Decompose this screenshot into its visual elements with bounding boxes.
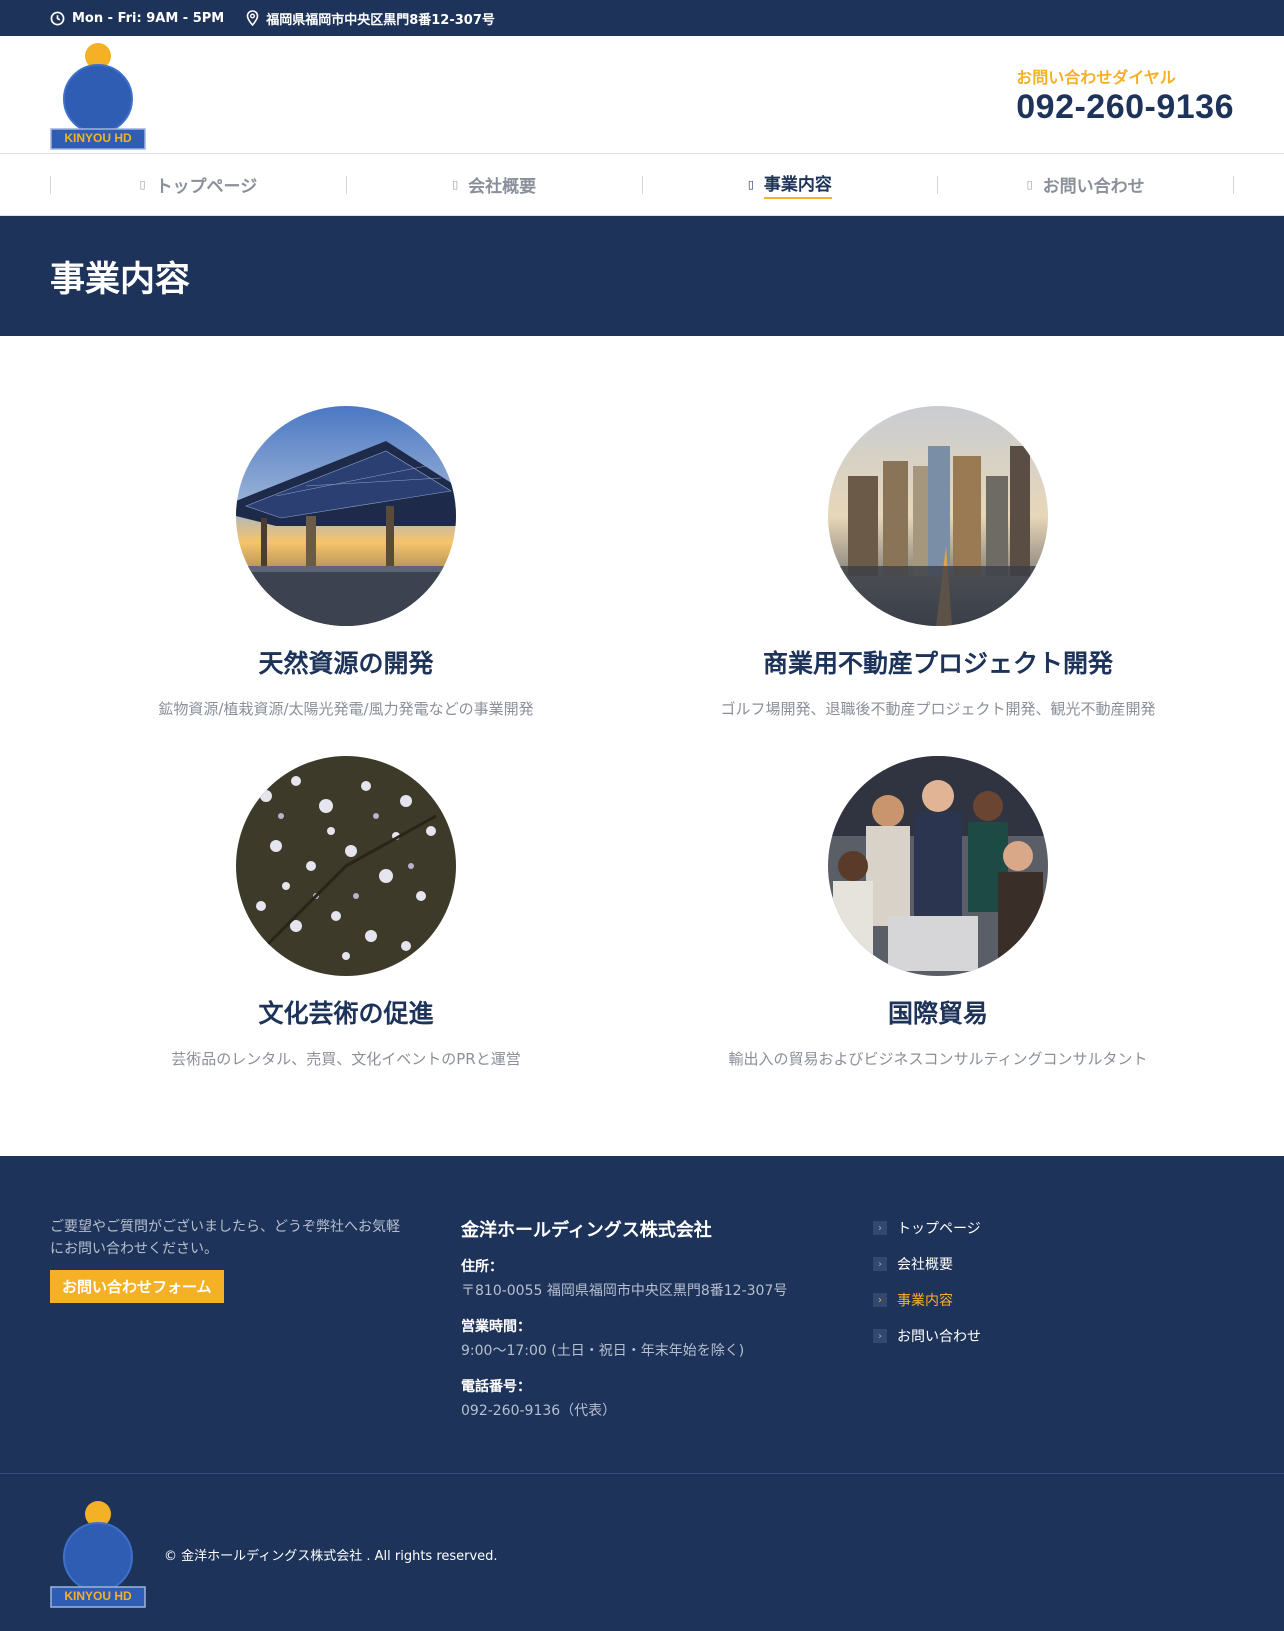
contact-dial: お問い合わせダイヤル 092-260-9136 (1016, 64, 1234, 126)
footer-company-column: 金洋ホールディングス株式会社 住所： 〒810-0055 福岡県福岡市中央区黒門… (461, 1216, 873, 1473)
business-hours-text: Mon - Fri: 9AM - 5PM (72, 10, 225, 26)
footer-link-company[interactable]: › 会社概要 (873, 1254, 981, 1274)
city-skyline-image (828, 406, 1048, 626)
chevron-right-icon: › (873, 1221, 887, 1235)
blossom-tree-image (236, 756, 456, 976)
hours-label: 営業時間： (461, 1319, 531, 1335)
service-card: 商業用不動産プロジェクト開発 ゴルフ場開発、退職後不動産プロジェクト開発、観光不… (642, 406, 1234, 756)
service-title: 文化芸術の促進 (258, 999, 434, 1028)
chevron-right-icon: › (873, 1329, 887, 1343)
service-card: 国際貿易 輸出入の貿易およびビジネスコンサルティングコンサルタント (642, 756, 1234, 1106)
service-card: 文化芸術の促進 芸術品のレンタル、売買、文化イベントのPRと運営 (50, 756, 642, 1106)
address-value: 〒810-0055 福岡県福岡市中央区黒門8番12-307号 (461, 1283, 788, 1299)
office-address: 福岡県福岡市中央区黒門8番12-307号 (246, 9, 495, 28)
hours-value: 9:00〜17:00 (土日・祝日・年末年始を除く) (461, 1343, 745, 1359)
footer-contact-column: ご要望やご質問がございましたら、どうぞ弊社へお気軽にお問い合わせください。 お問… (50, 1216, 461, 1473)
nav-bullet-icon: ▯ (139, 178, 146, 191)
footer-link-label: お問い合わせ (897, 1329, 981, 1345)
footer-message: ご要望やご質問がございましたら、どうぞ弊社へお気軽にお問い合わせください。 (50, 1219, 400, 1257)
nav-item-contact[interactable]: ▯ お問い合わせ (938, 154, 1233, 216)
service-card: 天然資源の開発 鉱物資源/植栽資源/太陽光発電/風力発電などの事業開発 (50, 406, 642, 756)
phone-label: 電話番号： (461, 1379, 531, 1395)
page-title-band: 事業内容 (0, 216, 1284, 336)
chevron-right-icon: › (873, 1257, 887, 1271)
footer-link-label: 会社概要 (897, 1257, 953, 1273)
contact-form-button[interactable]: お問い合わせフォーム (50, 1270, 224, 1303)
site-footer: ご要望やご質問がございましたら、どうぞ弊社へお気軽にお問い合わせください。 お問… (0, 1156, 1284, 1474)
footer-link-top[interactable]: › トップページ (873, 1218, 981, 1238)
service-title: 国際貿易 (887, 999, 988, 1028)
solar-panels-image (236, 406, 456, 626)
footer-logo[interactable]: KINYOU HD (50, 1499, 146, 1611)
site-header: KINYOU HD お問い合わせダイヤル 092-260-9136 (0, 36, 1284, 154)
business-hours: Mon - Fri: 9AM - 5PM (50, 11, 224, 26)
footer-link-business[interactable]: › 事業内容 (873, 1290, 981, 1310)
nav-bullet-icon: ▯ (452, 178, 459, 191)
map-pin-icon (246, 10, 259, 26)
nav-bullet-icon: ▯ (747, 178, 754, 191)
site-logo[interactable]: KINYOU HD (50, 41, 146, 153)
address-label: 住所： (461, 1259, 503, 1275)
services-grid: 天然資源の開発 鉱物資源/植栽資源/太陽光発電/風力発電などの事業開発 商業用不… (0, 336, 1284, 1156)
nav-item-business[interactable]: ▯ 事業内容 (643, 154, 938, 216)
phone-value: 092-260-9136（代表） (461, 1403, 617, 1419)
nav-divider (1233, 175, 1234, 194)
nav-label: 事業内容 (763, 170, 832, 199)
nav-label: 会社概要 (468, 177, 537, 197)
service-description: 鉱物資源/植栽資源/太陽光発電/風力発電などの事業開発 (158, 700, 534, 718)
footer-links: › トップページ › 会社概要 › 事業内容 › お問い合わせ (873, 1216, 981, 1473)
service-title: 天然資源の開発 (258, 649, 434, 678)
clock-icon (50, 11, 65, 26)
nav-item-company[interactable]: ▯ 会社概要 (347, 154, 642, 216)
footer-bottom-bar: KINYOU HD © 金洋ホールディングス株式会社 . All rights … (0, 1474, 1284, 1631)
page-title: 事業内容 (50, 259, 191, 300)
business-team-image (828, 756, 1048, 976)
service-title: 商業用不動産プロジェクト開発 (762, 649, 1113, 678)
service-description: ゴルフ場開発、退職後不動産プロジェクト開発、観光不動産開発 (720, 700, 1156, 718)
dial-label: お問い合わせダイヤル (1016, 67, 1176, 87)
company-name: 金洋ホールディングス株式会社 (461, 1220, 712, 1241)
main-nav: ▯ トップページ ▯ 会社概要 ▯ 事業内容 ▯ お問い合わせ (0, 154, 1284, 216)
top-info-bar: Mon - Fri: 9AM - 5PM 福岡県福岡市中央区黒門8番12-307… (0, 0, 1284, 36)
dial-number[interactable]: 092-260-9136 (1016, 88, 1234, 126)
nav-label: トップページ (155, 177, 258, 197)
nav-label: お問い合わせ (1042, 177, 1145, 197)
service-description: 輸出入の貿易およびビジネスコンサルティングコンサルタント (728, 1050, 1148, 1068)
service-description: 芸術品のレンタル、売買、文化イベントのPRと運営 (171, 1050, 521, 1068)
footer-logo-text: KINYOU HD (64, 1588, 132, 1603)
office-address-text: 福岡県福岡市中央区黒門8番12-307号 (266, 12, 495, 28)
nav-bullet-icon: ▯ (1026, 178, 1033, 191)
nav-item-top[interactable]: ▯ トップページ (51, 154, 346, 216)
footer-link-contact[interactable]: › お問い合わせ (873, 1326, 981, 1346)
footer-link-label: 事業内容 (897, 1293, 953, 1309)
copyright: © 金洋ホールディングス株式会社 . All rights reserved. (164, 1549, 498, 1564)
logo-text: KINYOU HD (64, 130, 132, 145)
footer-link-label: トップページ (897, 1221, 981, 1237)
chevron-right-icon: › (873, 1293, 887, 1307)
